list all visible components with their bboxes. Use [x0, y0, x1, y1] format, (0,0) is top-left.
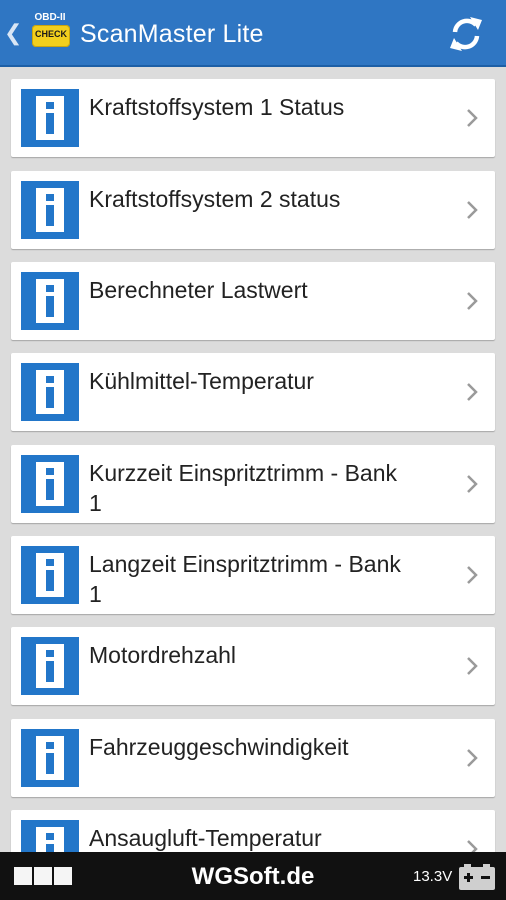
info-icon	[21, 820, 79, 852]
list-item-label: Kraftstoffsystem 2 status	[89, 186, 341, 212]
info-icon	[21, 363, 79, 421]
list-item-label: Kurzzeit Einspritztrimm - Bank 1	[89, 460, 398, 516]
footer-brand[interactable]: WGSoft.de	[190, 863, 316, 891]
logo-obd-text: OBD-II	[34, 12, 66, 23]
list-item[interactable]: Fahrzeuggeschwindigkeit	[11, 719, 495, 797]
chevron-right-icon	[467, 840, 478, 852]
list-item[interactable]: Langzeit Einspritztrimm - Bank 1	[11, 536, 495, 614]
chevron-right-icon	[467, 109, 478, 127]
list-item[interactable]: Kraftstoffsystem 1 Status	[11, 79, 495, 157]
bottom-bar: WGSoft.de 13.3V	[0, 852, 506, 900]
info-icon	[21, 546, 79, 604]
menu-square-icon[interactable]	[14, 867, 32, 885]
chevron-right-icon	[467, 292, 478, 310]
battery-voltage: 13.3V	[413, 868, 453, 885]
pid-list: Kraftstoffsystem 1 Status Kraftstoffsyst…	[0, 67, 506, 852]
app-title: ScanMaster Lite	[80, 20, 264, 48]
list-item-label: Ansaugluft-Temperatur	[89, 825, 322, 851]
menu-square-icon[interactable]	[34, 867, 52, 885]
app-bar: ❮ OBD-II CHECK ScanMaster Lite	[0, 0, 506, 67]
info-icon	[21, 637, 79, 695]
chevron-right-icon	[467, 657, 478, 675]
battery-icon	[459, 864, 495, 890]
list-item[interactable]: Motordrehzahl	[11, 627, 495, 705]
info-icon	[21, 89, 79, 147]
list-item[interactable]: Kurzzeit Einspritztrimm - Bank 1	[11, 445, 495, 523]
info-icon	[21, 729, 79, 787]
list-item-label: Kraftstoffsystem 1 Status	[89, 94, 345, 120]
chevron-right-icon	[467, 201, 478, 219]
list-item-label: Motordrehzahl	[89, 642, 237, 668]
menu-square-icon[interactable]	[54, 867, 72, 885]
info-icon	[21, 181, 79, 239]
chevron-right-icon	[467, 566, 478, 584]
list-item-label: Berechneter Lastwert	[89, 277, 308, 303]
list-item[interactable]: Berechneter Lastwert	[11, 262, 495, 340]
list-item-label: Fahrzeuggeschwindigkeit	[89, 734, 349, 760]
obd-check-logo[interactable]: OBD-II CHECK	[28, 12, 72, 52]
list-item[interactable]: Kühlmittel-Temperatur	[11, 353, 495, 431]
back-chevron-icon[interactable]: ❮	[4, 20, 22, 46]
refresh-icon[interactable]	[446, 14, 486, 54]
list-item-label: Kühlmittel-Temperatur	[89, 368, 314, 394]
info-icon	[21, 455, 79, 513]
logo-check-text: CHECK	[34, 29, 67, 39]
info-icon	[21, 272, 79, 330]
chevron-right-icon	[467, 383, 478, 401]
chevron-right-icon	[467, 749, 478, 767]
list-item[interactable]: Ansaugluft-Temperatur	[11, 810, 495, 852]
chevron-right-icon	[467, 475, 478, 493]
list-item-label: Langzeit Einspritztrimm - Bank 1	[89, 551, 401, 607]
list-item[interactable]: Kraftstoffsystem 2 status	[11, 171, 495, 249]
